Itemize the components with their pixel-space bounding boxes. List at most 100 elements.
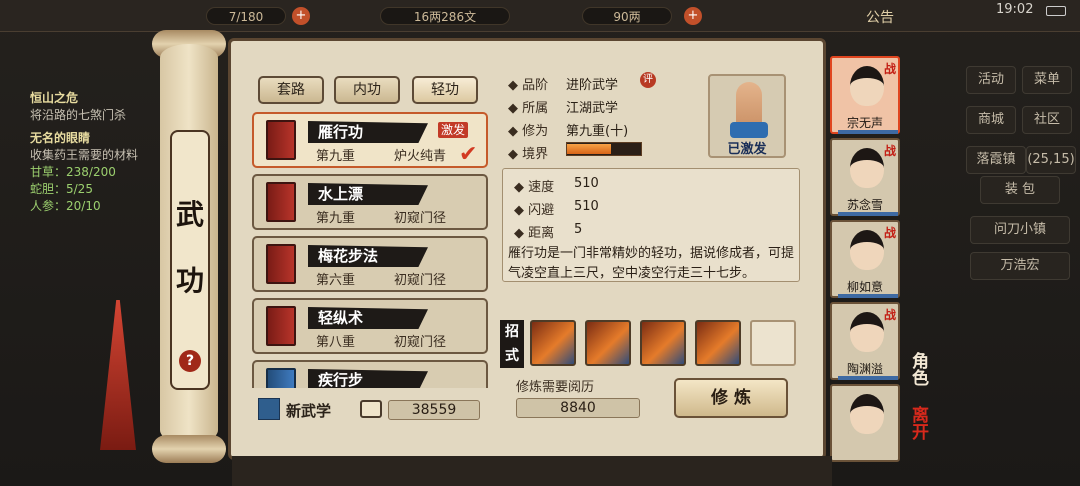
battery-icon bbox=[1046, 6, 1066, 16]
help-icon[interactable]: ? bbox=[179, 350, 201, 372]
stat-label: ◆ 速度 bbox=[514, 180, 555, 195]
martial-item[interactable]: 水上漂 第九重 初窥门径 bbox=[252, 174, 488, 230]
monk-figure bbox=[730, 82, 768, 138]
hero-name: 陶渊溢 bbox=[846, 362, 883, 376]
martial-item[interactable]: 梅花步法 第六重 初窥门径 bbox=[252, 236, 488, 292]
grade-badge[interactable]: 评 bbox=[640, 72, 656, 88]
tab-lightness[interactable]: 轻功 bbox=[412, 76, 478, 104]
add-gold-button[interactable]: + bbox=[684, 7, 702, 25]
scroll-title-frame: 武功 ? bbox=[170, 130, 210, 390]
quest-tracker[interactable]: 恒山之危 将沿路的七煞门杀 无名的眼睛 收集药王需要的材料 甘草：238/200… bbox=[30, 90, 150, 215]
hero-card[interactable]: 战 柳如意 bbox=[830, 220, 900, 298]
martial-name: 轻纵术 bbox=[308, 307, 428, 329]
martial-rank: 初窥门径 bbox=[394, 211, 447, 226]
hero-avatar bbox=[850, 394, 884, 434]
martial-level: 第八重 bbox=[316, 335, 356, 350]
add-stamina-button[interactable]: + bbox=[292, 7, 310, 25]
cultivation-value: 第九重(十) bbox=[566, 124, 629, 139]
clock: 19:02 bbox=[996, 2, 1034, 17]
martial-level: 第九重 bbox=[316, 211, 356, 226]
battle-tag: 战 bbox=[884, 62, 897, 76]
manual-icon bbox=[266, 306, 296, 346]
gold-display: 90两 bbox=[582, 7, 672, 25]
realm-progress-bar bbox=[566, 142, 642, 156]
practice-button[interactable]: 修 炼 bbox=[674, 378, 788, 418]
location-name: 落霞镇 bbox=[966, 146, 1026, 174]
hero-name: 柳如意 bbox=[846, 280, 883, 294]
stat-key: 速度 bbox=[528, 180, 555, 195]
new-martial-button[interactable]: 新武学 bbox=[258, 398, 358, 422]
martial-item-selected[interactable]: 雁行功 激发 第九重 炉火纯青 ✔ bbox=[252, 112, 488, 168]
hero-card[interactable] bbox=[830, 384, 900, 462]
martial-rank: 炉火纯青 bbox=[394, 149, 447, 164]
skill-slot[interactable] bbox=[640, 320, 686, 366]
check-icon: ✔ bbox=[459, 142, 478, 167]
location-coords: (25,15) bbox=[1026, 146, 1076, 174]
hero-hp-bar bbox=[838, 376, 898, 380]
belong-key: 所属 bbox=[522, 101, 549, 116]
menu-button[interactable]: 菜单 bbox=[1022, 66, 1072, 94]
martial-item[interactable]: 疾行步 bbox=[252, 360, 488, 388]
skill-slot[interactable] bbox=[585, 320, 631, 366]
stat-value: 510 bbox=[574, 199, 599, 214]
bag-button[interactable]: 装 包 bbox=[980, 176, 1060, 204]
martial-list[interactable]: 雁行功 激发 第九重 炉火纯青 ✔ 水上漂 第九重 初窥门径 梅花步法 第六重 … bbox=[252, 110, 488, 388]
martial-description: 雁行功是一门非常精妙的轻功，据说修成者，可提气凌空直上三尺，空中凌空行走三十七步… bbox=[508, 246, 795, 281]
quest-desc: 将沿路的七煞门杀 bbox=[30, 108, 127, 122]
tab-internal[interactable]: 内功 bbox=[334, 76, 400, 104]
cultivation-key: 修为 bbox=[522, 124, 549, 139]
battle-tag: 战 bbox=[884, 308, 897, 322]
role-button[interactable]: 角色 bbox=[906, 352, 931, 386]
martial-level: 第六重 bbox=[316, 273, 356, 288]
activated-badge: 激发 bbox=[438, 122, 469, 138]
realm-label: ◆ 境界 bbox=[508, 147, 549, 162]
hero-card[interactable]: 战 苏念雪 bbox=[830, 138, 900, 216]
battle-tag: 战 bbox=[884, 226, 897, 240]
announcement-button[interactable]: 公告 bbox=[866, 7, 894, 27]
hero-avatar bbox=[850, 312, 884, 352]
experience-value: 38559 bbox=[388, 400, 480, 420]
grade-label: ◆ 品阶 bbox=[508, 78, 549, 93]
battle-tag: 战 bbox=[884, 144, 897, 158]
hero-hp-bar bbox=[838, 212, 898, 216]
game-screen: 7/180 + 16两286文 90两 + 公告 19:02 恒山之危 将沿路的… bbox=[0, 0, 1080, 486]
quest-item: 人参：20/10 bbox=[30, 199, 101, 213]
scroll-title: 武功 bbox=[175, 198, 204, 297]
activity-button[interactable]: 活动 bbox=[966, 66, 1016, 94]
cultivation-label: ◆ 修为 bbox=[508, 124, 549, 139]
practice-cost: 8840 bbox=[516, 398, 640, 418]
tab-routine[interactable]: 套路 bbox=[258, 76, 324, 104]
martial-name: 水上漂 bbox=[308, 183, 428, 205]
practice-note: 修炼需要阅历 bbox=[516, 380, 595, 395]
stamina-display: 7/180 bbox=[206, 7, 286, 25]
shop-button[interactable]: 商城 bbox=[966, 106, 1016, 134]
nearby-location[interactable]: 问刀小镇 bbox=[970, 216, 1070, 244]
tassel-decoration bbox=[100, 300, 136, 450]
skill-slot[interactable] bbox=[695, 320, 741, 366]
martial-portrait: 已激发 bbox=[708, 74, 786, 158]
skill-slot-empty[interactable] bbox=[750, 320, 796, 366]
hero-avatar bbox=[850, 148, 884, 188]
leave-button[interactable]: 离开 bbox=[906, 406, 931, 440]
experience-icon bbox=[360, 400, 382, 418]
hero-card-selected[interactable]: 战 宗无声 bbox=[830, 56, 900, 134]
quest-item: 甘草：238/200 bbox=[30, 165, 116, 179]
grade-key: 品阶 bbox=[522, 78, 549, 93]
skill-slot[interactable] bbox=[530, 320, 576, 366]
community-button[interactable]: 社区 bbox=[1022, 106, 1072, 134]
hero-hp-bar bbox=[838, 130, 898, 134]
belong-label: ◆ 所属 bbox=[508, 101, 549, 116]
martial-name: 雁行功 bbox=[308, 121, 428, 143]
nearby-npc[interactable]: 万浩宏 bbox=[970, 252, 1070, 280]
manual-icon bbox=[266, 182, 296, 222]
realm-key: 境界 bbox=[522, 147, 549, 162]
new-book-icon bbox=[258, 398, 280, 420]
hero-list: 战 宗无声 战 苏念雪 战 柳如意 战 陶渊溢 bbox=[830, 52, 902, 472]
martial-item[interactable]: 轻纵术 第八重 初窥门径 bbox=[252, 298, 488, 354]
scroll-roll-bottom bbox=[152, 435, 226, 463]
hero-card[interactable]: 战 陶渊溢 bbox=[830, 302, 900, 380]
top-status-bar: 7/180 + 16两286文 90两 + 公告 19:02 bbox=[0, 0, 1080, 32]
new-martial-label: 新武学 bbox=[286, 402, 332, 420]
martial-rank: 初窥门径 bbox=[394, 335, 447, 350]
stat-key: 闪避 bbox=[528, 203, 555, 218]
